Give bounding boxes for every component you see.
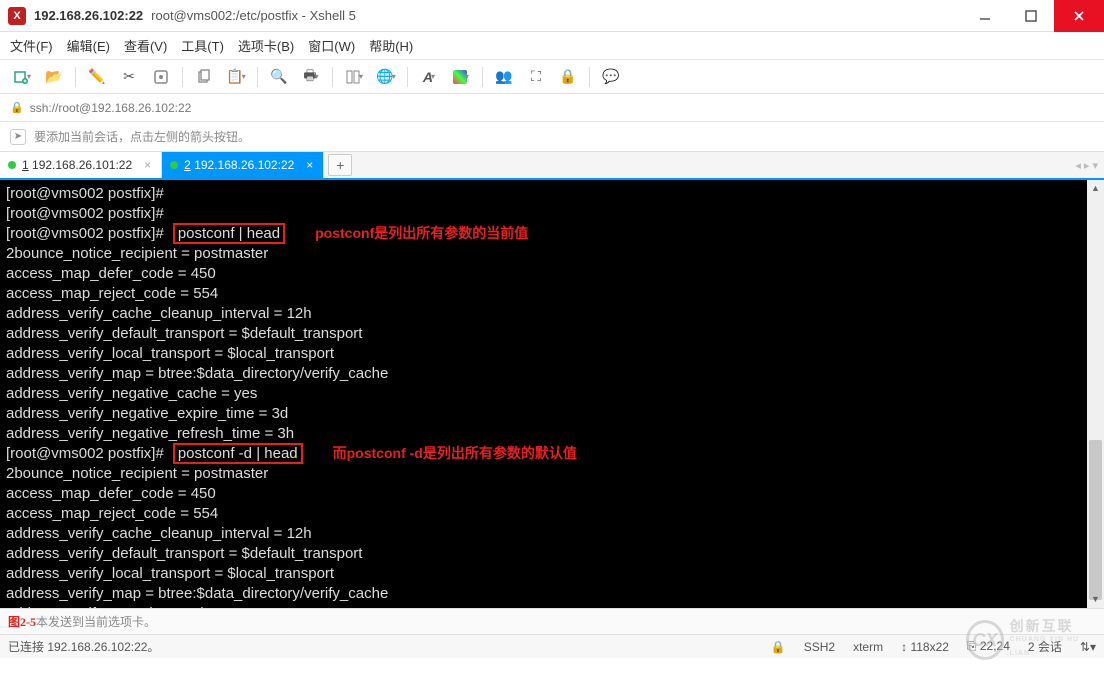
close-button[interactable]: [1054, 0, 1104, 32]
tab-close-button[interactable]: ×: [144, 158, 151, 172]
terminal-output-line: address_verify_default_transport = $defa…: [6, 325, 362, 342]
menu-help[interactable]: 帮助(H): [369, 36, 413, 55]
status-term: xterm: [853, 640, 883, 654]
tab-nav-arrows[interactable]: ◂ ▸ ▾: [1075, 152, 1098, 178]
terminal-output-line: access_map_defer_code = 450: [6, 485, 216, 502]
help-button[interactable]: 💬: [597, 64, 625, 90]
terminal-output-line: address_verify_negative_cache = yes: [6, 605, 257, 608]
reconnect-button[interactable]: ✏️: [83, 64, 111, 90]
terminal-output-line: 2bounce_notice_recipient = postmaster: [6, 465, 268, 482]
hintbar: ➤ 要添加当前会话，点击左侧的箭头按钮。: [0, 122, 1104, 152]
properties-button[interactable]: [147, 64, 175, 90]
terminal-output-line: address_verify_negative_refresh_time = 3…: [6, 425, 294, 442]
status-dot-icon: [170, 161, 178, 169]
lock-icon: 🔒: [10, 101, 24, 114]
status-dot-icon: [8, 161, 16, 169]
terminal-output-line: address_verify_cache_cleanup_interval = …: [6, 525, 312, 542]
status-cursor: 22,24: [980, 639, 1010, 653]
command-highlight: postconf -d | head: [173, 443, 303, 464]
window-title-host: 192.168.26.102:22: [34, 8, 143, 23]
window-title-path: root@vms002:/etc/postfix - Xshell 5: [151, 8, 356, 23]
address-url[interactable]: ssh://root@192.168.26.102:22: [30, 101, 192, 115]
copy-button[interactable]: [190, 64, 218, 90]
font-button[interactable]: A▾: [415, 64, 443, 90]
add-session-hint-button[interactable]: ➤: [10, 129, 26, 145]
session-tab-2[interactable]: 2 192.168.26.102:22 ×: [162, 152, 324, 178]
command-highlight: postconf | head: [173, 223, 285, 244]
annotation: 而postconf -d是列出所有参数的默认值: [333, 445, 577, 461]
maximize-button[interactable]: [1008, 0, 1054, 32]
menubar: 文件(F) 编辑(E) 查看(V) 工具(T) 选项卡(B) 窗口(W) 帮助(…: [0, 32, 1104, 60]
scrollbar[interactable]: ▲ ▼: [1087, 180, 1104, 608]
menu-edit[interactable]: 编辑(E): [67, 36, 110, 55]
terminal-output-line: address_verify_local_transport = $local_…: [6, 345, 334, 362]
addressbar: 🔒 ssh://root@192.168.26.102:22: [0, 94, 1104, 122]
menu-window[interactable]: 窗口(W): [308, 36, 355, 55]
tab-label: 192.168.26.101:22: [32, 158, 132, 172]
open-button[interactable]: 📂: [40, 64, 68, 90]
color-button[interactable]: ▾: [447, 64, 475, 90]
users-button[interactable]: 👥: [490, 64, 518, 90]
find-button[interactable]: 🔍: [265, 64, 293, 90]
terminal-output-line: access_map_defer_code = 450: [6, 265, 216, 282]
statusbar: 已连接 192.168.26.102:22。 🔒 SSH2 xterm ↕ 11…: [0, 634, 1104, 658]
status-protocol: SSH2: [804, 640, 835, 654]
disconnect-button[interactable]: ✂: [115, 64, 143, 90]
tab-label: 192.168.26.102:22: [194, 158, 294, 172]
terminal[interactable]: [root@vms002 postfix]# [root@vms002 post…: [0, 180, 1104, 608]
terminal-output-line: access_map_reject_code = 554: [6, 505, 218, 522]
menu-tabs[interactable]: 选项卡(B): [238, 36, 294, 55]
status-connection: 已连接 192.168.26.102:22。: [8, 638, 159, 655]
terminal-output-line: address_verify_negative_expire_time = 3d: [6, 405, 288, 422]
terminal-output-line: 2bounce_notice_recipient = postmaster: [6, 245, 268, 262]
titlebar: X 192.168.26.102:22 root@vms002:/etc/pos…: [0, 0, 1104, 32]
terminal-output-line: address_verify_default_transport = $defa…: [6, 545, 362, 562]
session-tab-1[interactable]: 1 192.168.26.101:22 ×: [0, 152, 162, 178]
lock-button[interactable]: 🔒: [554, 64, 582, 90]
app-logo-icon: X: [8, 7, 26, 25]
tabstrip: 1 192.168.26.101:22 × 2 192.168.26.102:2…: [0, 152, 1104, 180]
prompt: [root@vms002 postfix]#: [6, 185, 164, 202]
scroll-thumb[interactable]: [1089, 440, 1102, 600]
status-size: 118x22: [910, 640, 948, 654]
menu-view[interactable]: 查看(V): [124, 36, 167, 55]
new-tab-button[interactable]: +: [328, 154, 352, 176]
encoding-button[interactable]: 🌐▾: [372, 64, 400, 90]
layout-button[interactable]: ▾: [340, 64, 368, 90]
footer-overlay-text: 本发送到当前选项卡。: [36, 613, 156, 630]
scroll-up-arrow[interactable]: ▲: [1087, 180, 1104, 197]
status-lock-icon: 🔒: [771, 640, 786, 654]
input-footer: 图2-5本发送到当前选项卡。: [0, 608, 1104, 634]
prompt: [root@vms002 postfix]#: [6, 225, 164, 242]
figure-label: 图2-5: [8, 613, 36, 630]
terminal-output-line: address_verify_negative_cache = yes: [6, 385, 257, 402]
paste-button[interactable]: 📋▾: [222, 64, 250, 90]
menu-file[interactable]: 文件(F): [10, 36, 53, 55]
terminal-output-line: access_map_reject_code = 554: [6, 285, 218, 302]
fullscreen-button[interactable]: ⛶: [522, 64, 550, 90]
new-session-button[interactable]: ▾: [8, 64, 36, 90]
prompt: [root@vms002 postfix]#: [6, 445, 164, 462]
toolbar: ▾ 📂 ✏️ ✂ 📋▾ 🔍 🖶▾ ▾ 🌐▾ A▾ ▾ 👥 ⛶ 🔒 💬: [0, 60, 1104, 94]
menu-tools[interactable]: 工具(T): [181, 36, 224, 55]
print-button[interactable]: 🖶▾: [297, 64, 325, 90]
tab-index: 2: [184, 158, 191, 172]
scroll-down-arrow[interactable]: ▼: [1087, 591, 1104, 608]
annotation: postconf是列出所有参数的当前值: [315, 225, 528, 241]
tab-close-button[interactable]: ×: [306, 158, 313, 172]
terminal-output-line: address_verify_local_transport = $local_…: [6, 565, 334, 582]
tab-index: 1: [22, 158, 29, 172]
minimize-button[interactable]: [962, 0, 1008, 32]
hint-text: 要添加当前会话，点击左侧的箭头按钮。: [34, 128, 250, 145]
prompt: [root@vms002 postfix]#: [6, 205, 164, 222]
terminal-output-line: address_verify_map = btree:$data_directo…: [6, 585, 388, 602]
terminal-output-line: address_verify_cache_cleanup_interval = …: [6, 305, 312, 322]
terminal-output-line: address_verify_map = btree:$data_directo…: [6, 365, 388, 382]
status-sessions: 2 会话: [1028, 638, 1062, 655]
